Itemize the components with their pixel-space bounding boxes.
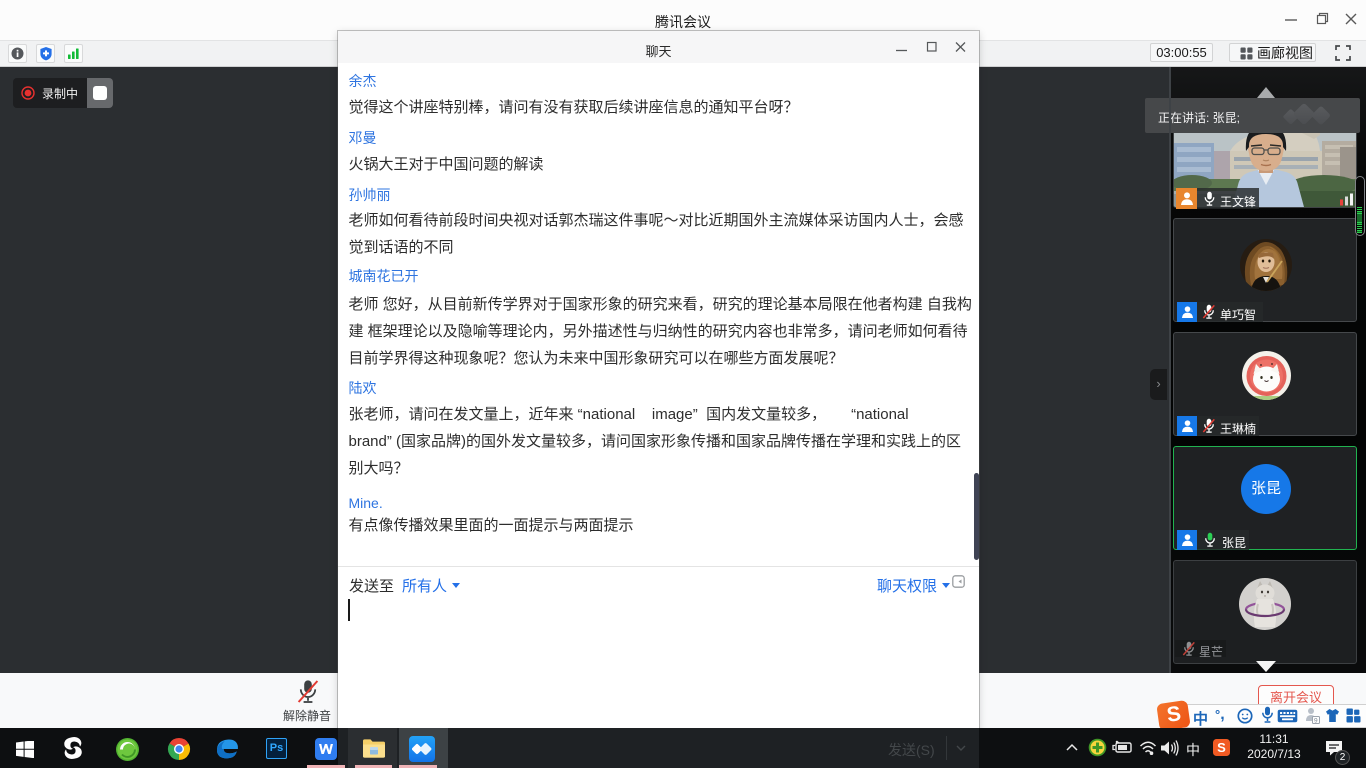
svg-text:9: 9 <box>1314 717 1318 724</box>
